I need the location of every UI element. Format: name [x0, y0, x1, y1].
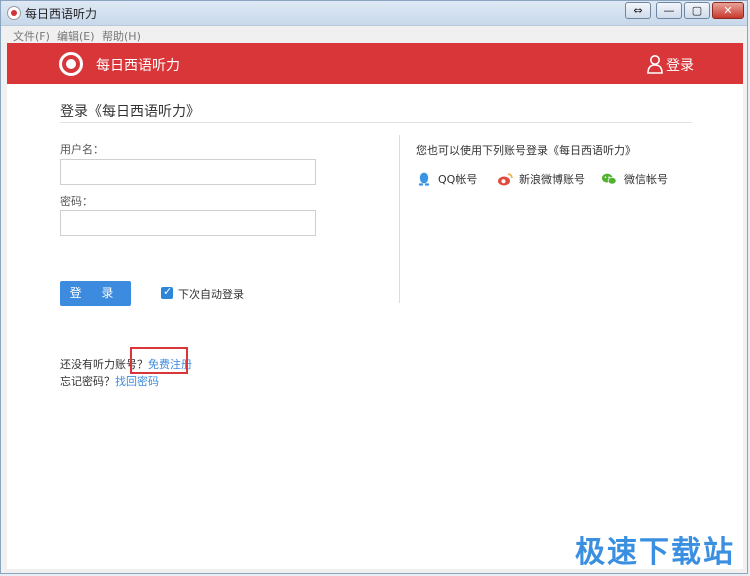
page-title: 登录《每日西语听力》: [60, 104, 200, 120]
title-bar[interactable]: 每日西语听力 ⇔ — ▢ ✕: [1, 1, 747, 26]
user-icon[interactable]: [646, 54, 664, 74]
app-logo-icon: [7, 6, 21, 20]
username-input[interactable]: [60, 159, 316, 185]
password-label: 密码：: [60, 195, 93, 208]
restore-toggle-button[interactable]: ⇔: [625, 2, 651, 19]
wechat-login-link[interactable]: 微信帐号: [624, 171, 668, 187]
qq-login-link[interactable]: QQ帐号: [438, 171, 477, 187]
login-panel: 登录《每日西语听力》 用户名： 密码： 登 录 ✓ 下次自动登录 您也可以使用下…: [7, 84, 743, 569]
title-divider: [60, 122, 692, 123]
check-icon: ✓: [163, 285, 173, 298]
close-button[interactable]: ✕: [712, 2, 744, 19]
alt-login-title: 您也可以使用下列账号登录《每日西语听力》: [416, 144, 636, 157]
password-input[interactable]: [60, 210, 316, 236]
menu-edit[interactable]: 编辑(E): [57, 28, 95, 44]
recover-password-link[interactable]: 找回密码: [115, 375, 159, 388]
forgot-text: 忘记密码？: [60, 375, 115, 388]
highlight-annotation: [130, 347, 188, 374]
wechat-icon[interactable]: [601, 171, 617, 187]
minimize-button[interactable]: —: [656, 2, 682, 19]
vertical-divider: [399, 135, 400, 303]
maximize-button[interactable]: ▢: [684, 2, 710, 19]
header-login-link[interactable]: 登录: [666, 55, 694, 75]
forgot-password-prompt: 忘记密码？找回密码: [60, 373, 159, 389]
watermark-text: 极速下载站: [575, 535, 735, 570]
app-window: 每日西语听力 ⇔ — ▢ ✕ 文件(F) 编辑(E) 帮助(H) 每日西语听力 …: [0, 0, 748, 574]
weibo-login-link[interactable]: 新浪微博账号: [519, 171, 585, 187]
weibo-icon[interactable]: [497, 171, 513, 187]
remember-label[interactable]: 下次自动登录: [178, 286, 244, 302]
username-label: 用户名：: [60, 143, 104, 156]
qq-icon[interactable]: [416, 171, 432, 187]
menu-file[interactable]: 文件(F): [13, 28, 50, 44]
window-title: 每日西语听力: [25, 7, 98, 21]
brand-logo-icon: [59, 52, 83, 76]
brand-name: 每日西语听力: [96, 58, 180, 74]
menu-bar: 文件(F) 编辑(E) 帮助(H): [1, 26, 747, 43]
menu-help[interactable]: 帮助(H): [102, 28, 141, 44]
app-header: 每日西语听力 登录: [7, 43, 743, 84]
login-button[interactable]: 登 录: [60, 281, 131, 306]
